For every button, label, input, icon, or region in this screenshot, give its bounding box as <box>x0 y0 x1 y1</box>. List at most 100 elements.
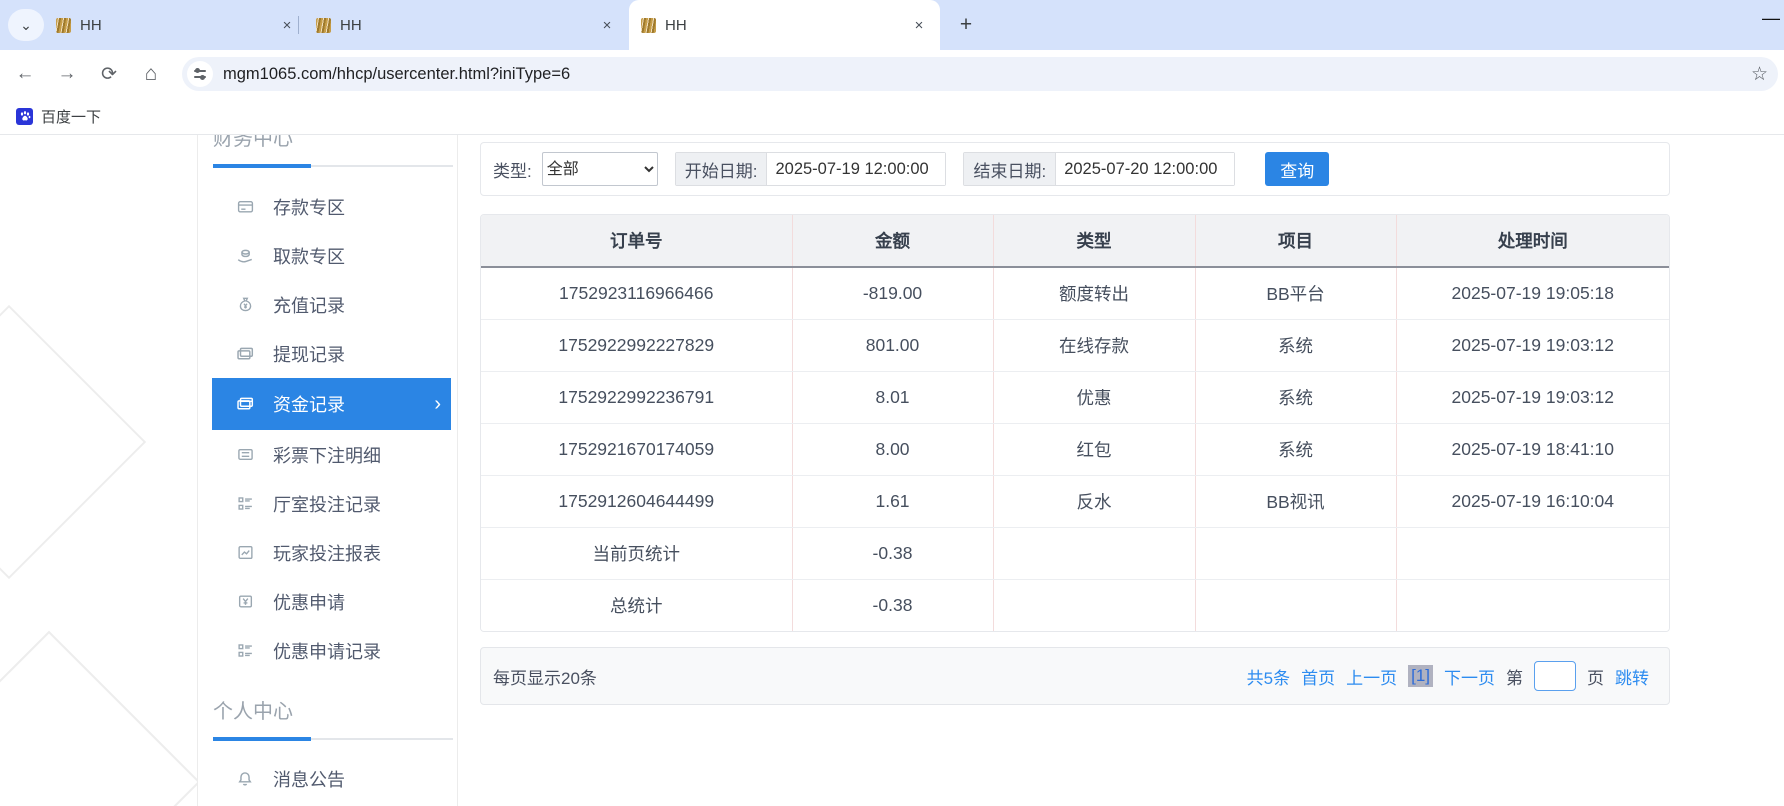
cell-type: 红包 <box>993 424 1195 476</box>
start-date-input[interactable] <box>767 153 945 185</box>
sidebar-item-label: 玩家投注报表 <box>273 540 381 566</box>
sidebar-item[interactable]: 资金记录 › <box>212 378 451 430</box>
browser-toolbar: ← → ⟳ ⌂ mgm1065.com/hhcp/usercenter.html… <box>0 50 1784 98</box>
table-row: 1752912604644499 1.61 反水 BB视讯 2025-07-19… <box>481 476 1669 528</box>
sidebar-item[interactable]: 彩票下注明细 <box>198 430 457 479</box>
tab-2[interactable]: HH × <box>306 0 626 50</box>
sidebar-item-icon <box>236 770 254 788</box>
table-row: 1752923116966466 -819.00 额度转出 BB平台 2025-… <box>481 267 1669 320</box>
records-table: 订单号 金额 类型 项目 处理时间 1752923116966466 -819.… <box>481 215 1669 631</box>
tune-icon <box>194 69 206 79</box>
site-info-badge[interactable] <box>187 61 213 87</box>
column-header-item: 项目 <box>1195 215 1396 267</box>
cell-time: 2025-07-19 19:03:12 <box>1396 320 1669 372</box>
tab-1[interactable]: HH × <box>46 0 306 50</box>
sidebar-item-label: 充值记录 <box>273 292 345 318</box>
sidebar-item[interactable]: 存款专区 <box>198 182 457 231</box>
tab-close-icon[interactable]: × <box>278 16 296 34</box>
cell-amount: -0.38 <box>792 528 993 580</box>
sidebar-item[interactable]: 取款专区 <box>198 231 457 280</box>
cell-amount: 8.01 <box>792 372 993 424</box>
tab-close-icon[interactable]: × <box>910 16 928 34</box>
cell-time: 2025-07-19 19:03:12 <box>1396 372 1669 424</box>
new-tab-button[interactable]: + <box>952 11 980 39</box>
cell-time <box>1396 580 1669 632</box>
records-table-card: 订单号 金额 类型 项目 处理时间 1752923116966466 -819.… <box>480 214 1670 632</box>
sidebar-menu-finance: 存款专区 取款专区 充值记录 提现记录 <box>198 182 457 675</box>
sidebar-item-icon <box>236 593 254 611</box>
prev-page-link[interactable]: 上一页 <box>1346 664 1397 689</box>
page-content: 财务中心 存款专区 取款专区 充值记录 <box>0 135 1784 806</box>
type-select[interactable]: 全部 <box>542 152 658 186</box>
cell-amount: -0.38 <box>792 580 993 632</box>
back-button[interactable]: ← <box>8 57 42 91</box>
sidebar: 财务中心 存款专区 取款专区 充值记录 <box>197 135 458 806</box>
page-number-input[interactable] <box>1534 661 1576 691</box>
tab-strip: ⌄ HH × HH × HH × + — <box>0 0 1784 50</box>
sidebar-item-label: 存款专区 <box>273 194 345 220</box>
end-date-group: 结束日期: <box>963 152 1235 186</box>
cell-amount: -819.00 <box>792 267 993 320</box>
section-underline <box>213 164 453 168</box>
sidebar-item-label: 提现记录 <box>273 341 345 367</box>
sidebar-item[interactable]: 提现记录 <box>198 329 457 378</box>
watermark-triangle <box>0 631 200 806</box>
baidu-paw-icon <box>16 108 33 125</box>
cell-type: 在线存款 <box>993 320 1195 372</box>
filter-bar: 类型: 全部 开始日期: 结束日期: 查询 <box>480 142 1670 196</box>
column-header-order-no: 订单号 <box>481 215 792 267</box>
browser-window: ⌄ HH × HH × HH × + — ← → ⟳ ⌂ mgm1065.com… <box>0 0 1784 806</box>
tab-close-icon[interactable]: × <box>598 16 616 34</box>
next-page-link[interactable]: 下一页 <box>1444 664 1495 689</box>
jump-link[interactable]: 跳转 <box>1615 664 1649 689</box>
chevron-right-icon: › <box>434 393 441 416</box>
section-underline <box>213 737 453 741</box>
main-content: 类型: 全部 开始日期: 结束日期: 查询 <box>480 135 1670 705</box>
bookmark-item-baidu[interactable]: 百度一下 <box>16 106 101 127</box>
tab-divider <box>298 16 299 34</box>
tab-title: HH <box>340 17 590 34</box>
cell-order-no: 1752922992236791 <box>481 372 792 424</box>
tab-search-button[interactable]: ⌄ <box>8 9 44 41</box>
tab-3-active[interactable]: HH × <box>629 0 940 50</box>
home-button[interactable]: ⌂ <box>134 57 168 91</box>
cell-time: 2025-07-19 16:10:04 <box>1396 476 1669 528</box>
bookmark-star-icon[interactable]: ☆ <box>1751 63 1768 86</box>
table-header-row: 订单号 金额 类型 项目 处理时间 <box>481 215 1669 267</box>
end-date-input[interactable] <box>1056 153 1234 185</box>
sidebar-item[interactable]: 厅室投注记录 <box>198 479 457 528</box>
sidebar-menu-personal: 消息公告 <box>198 754 457 803</box>
sidebar-item[interactable]: 优惠申请 <box>198 577 457 626</box>
table-row: 1752921670174059 8.00 红包 系统 2025-07-19 1… <box>481 424 1669 476</box>
reload-button[interactable]: ⟳ <box>92 57 126 91</box>
table-row: 总统计 -0.38 <box>481 580 1669 632</box>
sidebar-item-icon <box>236 495 254 513</box>
cell-time <box>1396 528 1669 580</box>
sidebar-item[interactable]: 消息公告 <box>198 754 457 803</box>
cell-item <box>1195 580 1396 632</box>
type-label: 类型: <box>493 157 532 182</box>
sidebar-item[interactable]: 玩家投注报表 <box>198 528 457 577</box>
cell-type <box>993 580 1195 632</box>
first-page-link[interactable]: 首页 <box>1301 664 1335 689</box>
pagination-bar: 每页显示20条 共5条 首页 上一页 [1] 下一页 第 页 跳转 <box>480 647 1670 705</box>
tab-title: HH <box>80 17 270 34</box>
sidebar-item-icon <box>236 395 254 413</box>
sidebar-item[interactable]: 充值记录 <box>198 280 457 329</box>
forward-button[interactable]: → <box>50 57 84 91</box>
cell-order-no: 1752923116966466 <box>481 267 792 320</box>
cell-type <box>993 528 1195 580</box>
cell-order-no: 1752921670174059 <box>481 424 792 476</box>
sidebar-item[interactable]: 优惠申请记录 <box>198 626 457 675</box>
search-button[interactable]: 查询 <box>1265 152 1329 186</box>
chevron-down-icon: ⌄ <box>20 17 32 34</box>
sidebar-item-label: 消息公告 <box>273 766 345 792</box>
window-minimize-button[interactable]: — <box>1762 8 1780 29</box>
bookmark-label: 百度一下 <box>41 106 101 127</box>
omnibox[interactable]: mgm1065.com/hhcp/usercenter.html?iniType… <box>182 57 1778 91</box>
sidebar-item-label: 资金记录 <box>273 391 345 417</box>
sidebar-item-label: 厅室投注记录 <box>273 491 381 517</box>
jump-label-pre: 第 <box>1506 664 1523 689</box>
bookmarks-bar: 百度一下 <box>0 98 1784 135</box>
cell-order-no: 总统计 <box>481 580 792 632</box>
